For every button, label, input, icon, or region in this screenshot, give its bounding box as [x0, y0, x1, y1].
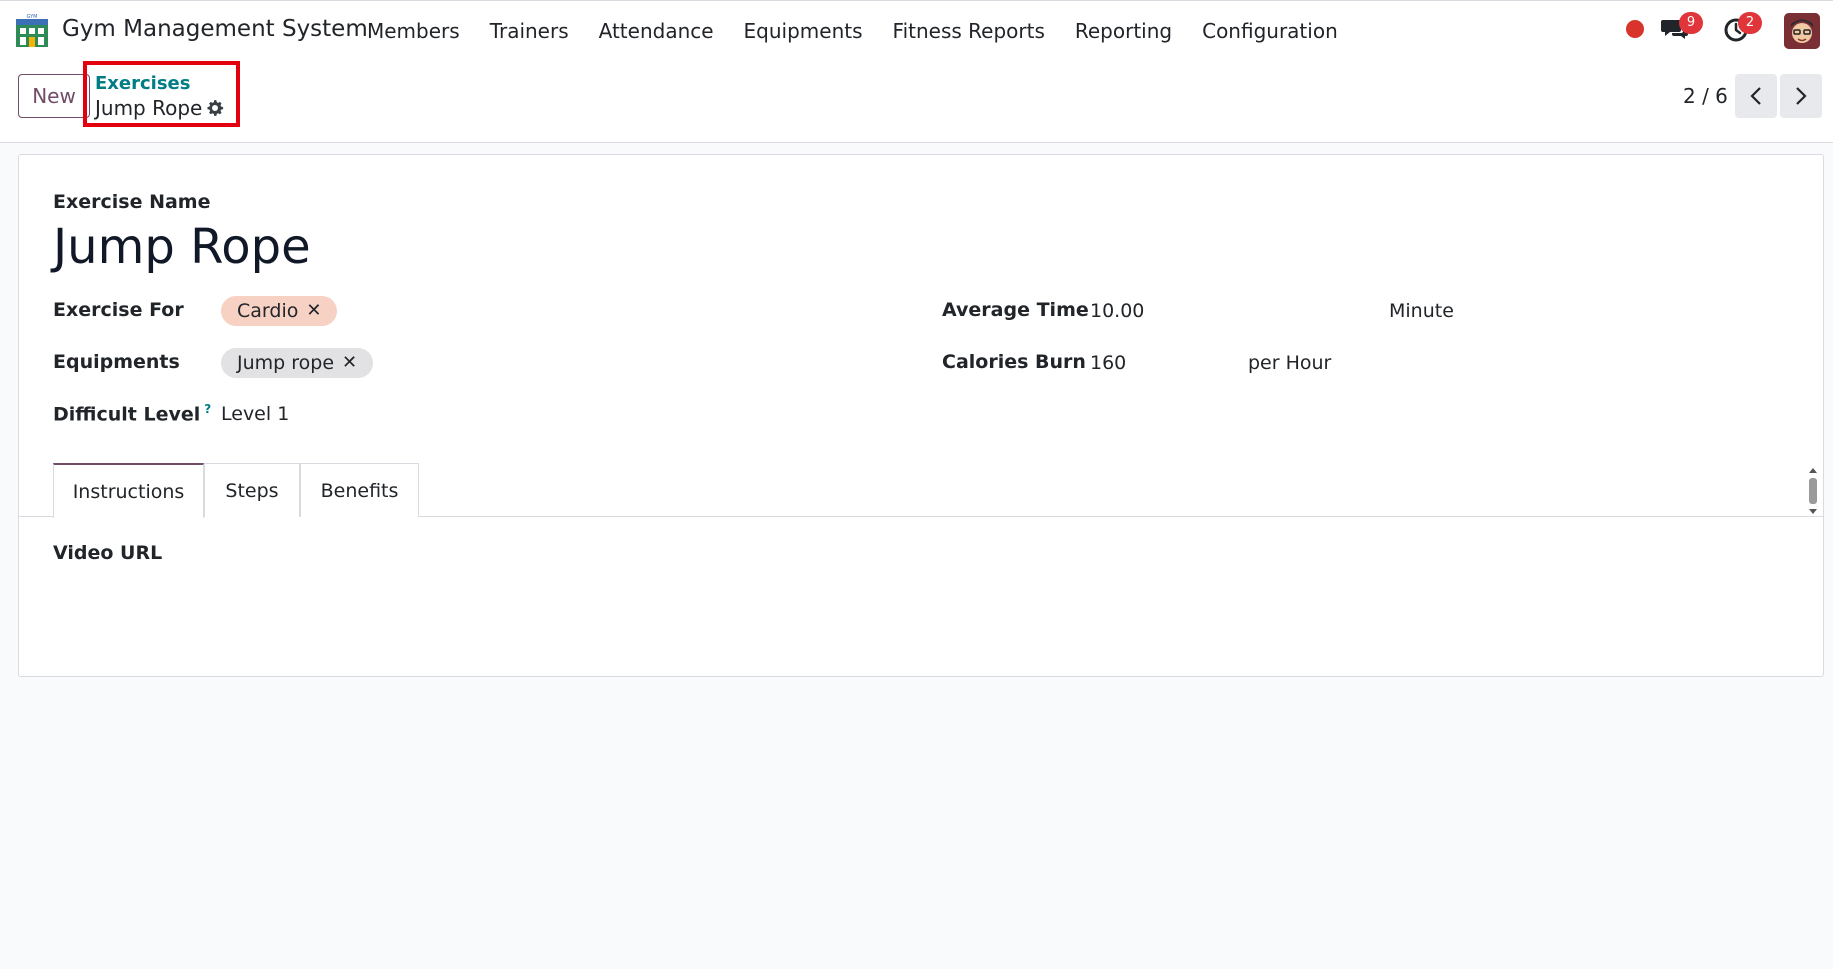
logo-text: GYM — [27, 14, 38, 20]
recording-dot-icon[interactable] — [1626, 20, 1644, 38]
exercise-name-field[interactable]: Jump Rope — [53, 219, 311, 275]
top-navbar: GYM Gym Management System Members Traine… — [0, 0, 1833, 58]
calories-burn-label: Calories Burn — [942, 351, 1086, 373]
difficult-level-field[interactable]: Level 1 — [221, 403, 289, 425]
control-panel: New Exercises Jump Rope 2 / 6 — [0, 58, 1833, 143]
gear-icon[interactable] — [205, 98, 225, 118]
menu-item-attendance[interactable]: Attendance — [599, 19, 714, 43]
menu-item-members[interactable]: Members — [367, 19, 460, 43]
scrollbar[interactable] — [1806, 466, 1820, 516]
equipments-tag-text: Jump rope — [237, 352, 335, 374]
exercise-name-label: Exercise Name — [53, 191, 211, 213]
chevron-left-icon — [1750, 87, 1761, 105]
pager-next-button[interactable] — [1780, 74, 1822, 118]
average-time-label: Average Time — [942, 299, 1089, 321]
menu-item-trainers[interactable]: Trainers — [490, 19, 569, 43]
tab-instructions[interactable]: Instructions — [53, 463, 204, 518]
difficult-level-label-text: Difficult Level — [53, 403, 201, 426]
breadcrumb-parent-link[interactable]: Exercises — [95, 73, 190, 94]
chat-count-badge: 9 — [1679, 12, 1703, 34]
difficult-level-label: Difficult Level? — [53, 402, 211, 425]
menu-item-fitness-reports[interactable]: Fitness Reports — [893, 19, 1045, 43]
menu-item-equipments[interactable]: Equipments — [744, 19, 863, 43]
chevron-right-icon — [1796, 87, 1807, 105]
notebook-tabs: Instructions Steps Benefits — [19, 463, 1823, 518]
average-time-field[interactable]: 10.00 — [1090, 300, 1144, 322]
calories-burn-unit: per Hour — [1248, 352, 1332, 374]
help-tooltip-icon[interactable]: ? — [204, 402, 211, 416]
video-url-label: Video URL — [53, 542, 163, 564]
menu-item-reporting[interactable]: Reporting — [1075, 19, 1172, 43]
user-avatar[interactable] — [1784, 13, 1820, 49]
exercise-for-label: Exercise For — [53, 299, 184, 321]
pager-previous-button[interactable] — [1735, 74, 1777, 118]
app-title[interactable]: Gym Management System — [62, 16, 368, 42]
tab-benefits[interactable]: Benefits — [300, 463, 419, 517]
breadcrumb-current: Jump Rope — [95, 96, 203, 120]
tab-steps[interactable]: Steps — [204, 463, 300, 517]
remove-tag-close-icon[interactable]: ✕ — [306, 296, 321, 326]
equipments-label: Equipments — [53, 351, 180, 373]
exercise-for-tag[interactable]: Cardio ✕ — [221, 296, 338, 326]
activity-count-badge: 2 — [1738, 12, 1762, 34]
equipments-tag[interactable]: Jump rope ✕ — [221, 348, 374, 378]
gym-app-logo-icon[interactable]: GYM — [14, 13, 50, 49]
user-avatar-icon — [1784, 13, 1820, 49]
form-sheet: Exercise Name Jump Rope Exercise For Car… — [18, 154, 1824, 677]
average-time-unit[interactable]: Minute — [1389, 300, 1454, 322]
remove-tag-close-icon[interactable]: ✕ — [342, 348, 357, 378]
main-menu: Members Trainers Attendance Equipments F… — [367, 19, 1368, 43]
calories-burn-field[interactable]: 160 — [1090, 352, 1126, 374]
new-button[interactable]: New — [18, 74, 90, 118]
exercise-for-tag-text: Cardio — [237, 300, 299, 322]
menu-item-configuration[interactable]: Configuration — [1202, 19, 1338, 43]
pager-value[interactable]: 2 / 6 — [1683, 84, 1728, 108]
